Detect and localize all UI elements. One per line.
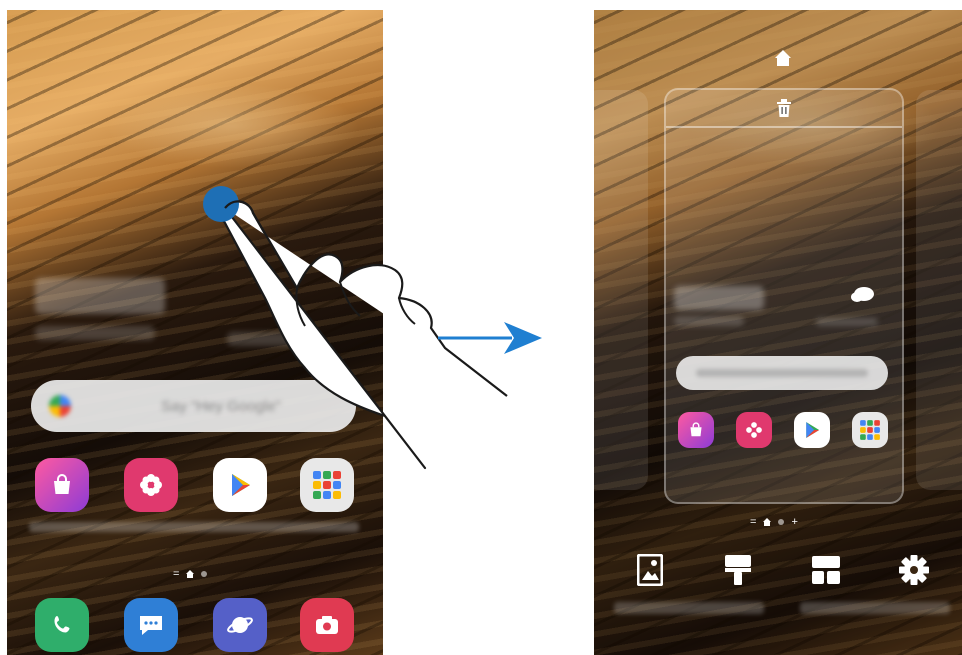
delete-page-button[interactable] bbox=[770, 94, 798, 122]
home-screen-edit-mode: = + bbox=[594, 10, 962, 655]
mini-app-gallery bbox=[736, 412, 772, 448]
mini-app-google-folder bbox=[852, 412, 888, 448]
mini-search-bar bbox=[676, 356, 888, 390]
camera-icon bbox=[316, 616, 338, 634]
flower-icon bbox=[140, 474, 162, 496]
chat-bubble-icon bbox=[140, 616, 162, 635]
app-galaxy-store[interactable] bbox=[35, 458, 89, 512]
current-page-card[interactable] bbox=[664, 88, 904, 504]
transition-arrow-icon bbox=[438, 322, 542, 354]
home-screen-settings-button[interactable] bbox=[894, 550, 934, 590]
dock-internet[interactable] bbox=[213, 598, 267, 652]
set-default-home-button[interactable] bbox=[769, 44, 797, 72]
google-icon bbox=[49, 395, 71, 417]
planet-icon bbox=[227, 617, 253, 633]
mini-app-galaxy-store bbox=[678, 412, 714, 448]
mini-weather-text bbox=[816, 318, 878, 326]
clock-widget bbox=[35, 278, 165, 314]
home-page-icon bbox=[763, 518, 772, 526]
edit-page-indicator: = + bbox=[750, 516, 798, 528]
wallpaper-icon bbox=[637, 554, 663, 586]
dock-phone[interactable] bbox=[35, 598, 89, 652]
gear-icon bbox=[899, 555, 929, 585]
weather-cloud-icon bbox=[851, 287, 874, 302]
next-page-card[interactable] bbox=[916, 90, 962, 490]
page-indicator-menu: = bbox=[750, 516, 757, 528]
app-labels bbox=[29, 522, 359, 532]
touch-point-indicator bbox=[203, 186, 239, 222]
dock-messages[interactable] bbox=[124, 598, 178, 652]
shopping-bag-icon bbox=[54, 474, 70, 494]
mini-clock-widget bbox=[674, 286, 764, 310]
mini-app-play-store bbox=[794, 412, 830, 448]
widgets-icon bbox=[812, 556, 840, 584]
wallpapers-button[interactable] bbox=[630, 550, 670, 590]
phone-icon bbox=[54, 616, 70, 633]
option-labels-left bbox=[614, 602, 764, 614]
home-page-icon bbox=[186, 570, 195, 578]
flower-icon bbox=[746, 422, 762, 438]
page-dot bbox=[201, 571, 208, 577]
date-widget bbox=[35, 326, 155, 340]
page-indicator: = bbox=[173, 568, 208, 580]
add-page-icon[interactable]: + bbox=[791, 516, 797, 528]
option-labels-right bbox=[800, 602, 950, 614]
themes-button[interactable] bbox=[718, 550, 758, 590]
page-dot bbox=[778, 519, 785, 525]
shopping-bag-icon bbox=[690, 422, 702, 437]
paintbrush-icon bbox=[725, 555, 751, 585]
folder-grid-icon bbox=[860, 420, 880, 440]
card-divider bbox=[666, 126, 902, 128]
previous-page-card[interactable] bbox=[594, 90, 648, 490]
page-indicator-menu: = bbox=[173, 568, 180, 580]
trash-icon bbox=[777, 99, 791, 117]
play-triangle-icon bbox=[806, 422, 820, 438]
home-icon bbox=[775, 50, 791, 66]
dock-camera[interactable] bbox=[300, 598, 354, 652]
mini-date-widget bbox=[674, 316, 744, 326]
widgets-button[interactable] bbox=[806, 550, 846, 590]
app-gallery[interactable] bbox=[124, 458, 178, 512]
